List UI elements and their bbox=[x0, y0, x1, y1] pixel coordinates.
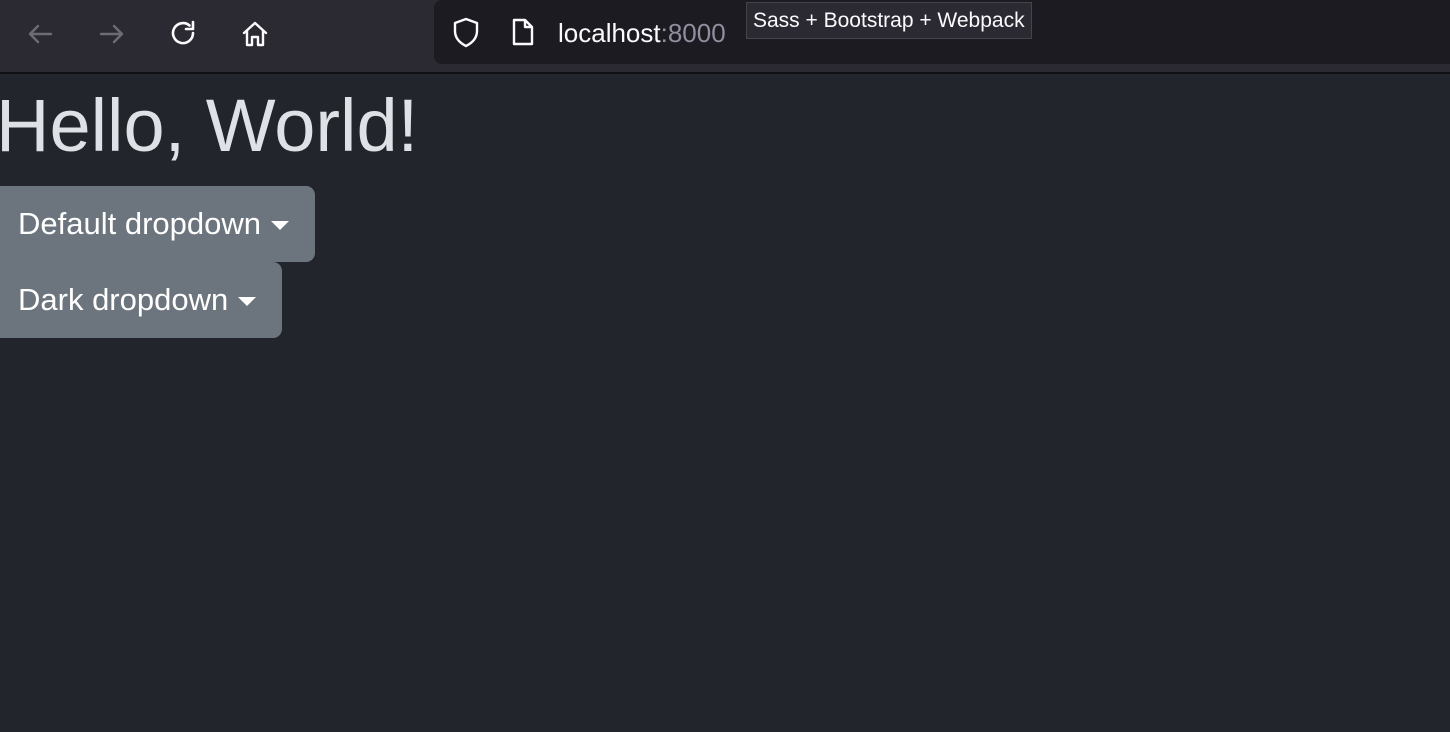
default-dropdown-button[interactable]: Default dropdown bbox=[0, 186, 315, 262]
dark-dropdown-label: Dark dropdown bbox=[18, 282, 229, 317]
url-host: localhost bbox=[558, 18, 661, 48]
back-button[interactable] bbox=[20, 14, 60, 54]
arrow-left-icon bbox=[28, 24, 53, 44]
arrow-right-icon bbox=[99, 24, 124, 44]
site-info-button[interactable] bbox=[506, 16, 538, 48]
default-dropdown-label: Default dropdown bbox=[18, 206, 261, 241]
dark-dropdown-button[interactable]: Dark dropdown bbox=[0, 262, 283, 338]
forward-button[interactable] bbox=[92, 14, 132, 54]
url-port: :8000 bbox=[660, 18, 726, 48]
browser-toolbar: localhost:8000 Sass + Bootstrap + Webpac… bbox=[0, 0, 1450, 74]
tab-title-tooltip: Sass + Bootstrap + Webpack bbox=[746, 2, 1032, 39]
caret-down-icon bbox=[271, 220, 289, 230]
home-icon bbox=[242, 21, 268, 47]
reload-button[interactable] bbox=[164, 14, 204, 54]
tracking-protection-button[interactable] bbox=[450, 16, 482, 48]
home-button[interactable] bbox=[235, 14, 275, 54]
caret-down-icon bbox=[238, 296, 257, 306]
page-heading: Hello, World! bbox=[0, 84, 419, 167]
document-icon bbox=[512, 18, 534, 46]
reload-icon bbox=[171, 20, 195, 45]
shield-icon bbox=[453, 17, 479, 48]
url-text[interactable]: localhost:8000 bbox=[558, 16, 726, 50]
